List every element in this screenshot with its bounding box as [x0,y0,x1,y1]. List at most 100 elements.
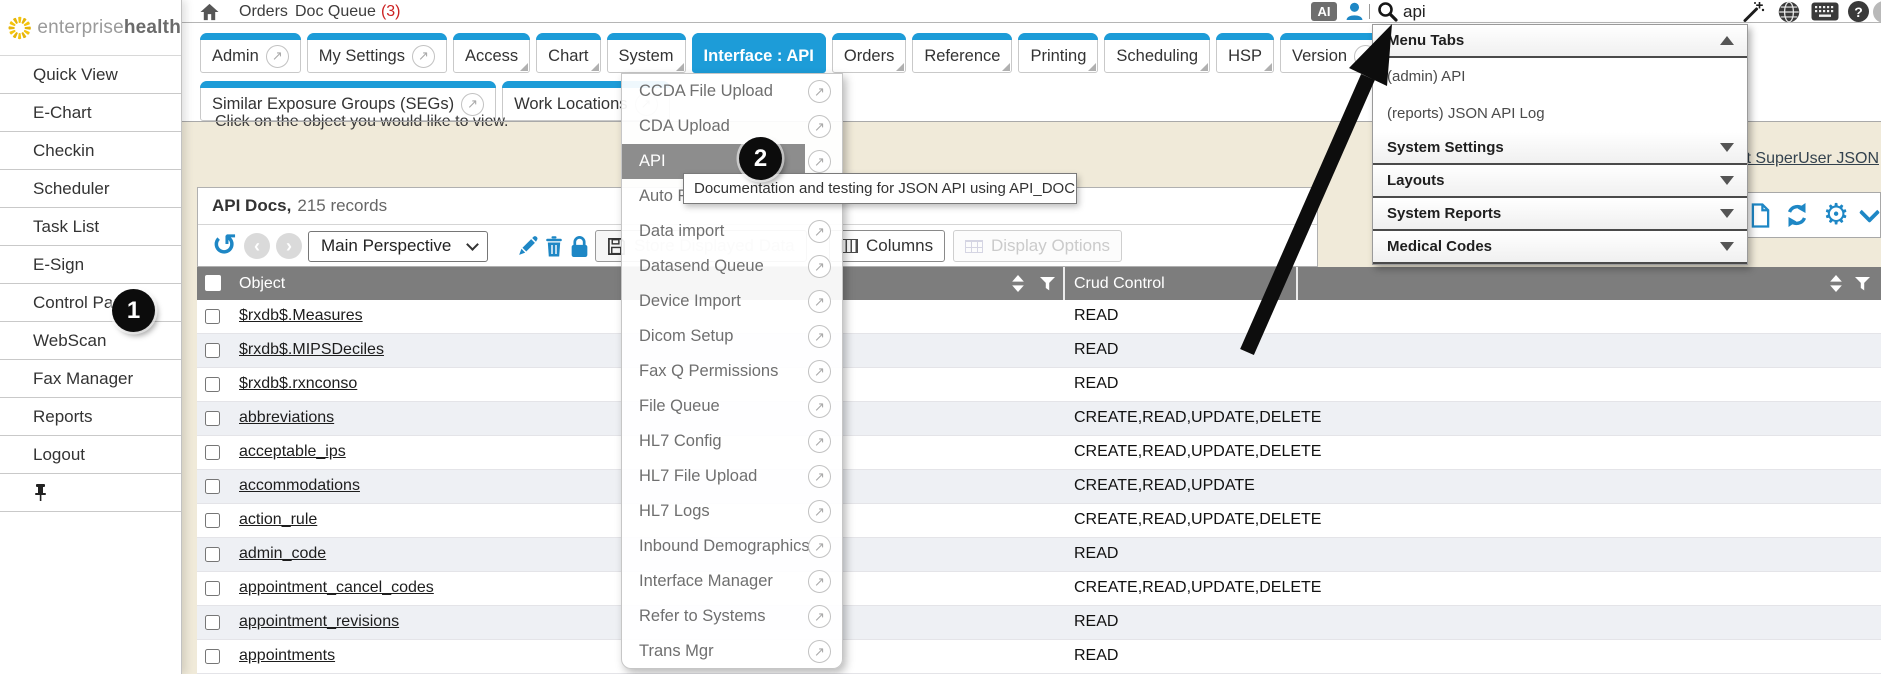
external-link-icon[interactable]: ↗ [808,360,831,383]
external-link-icon[interactable]: ↗ [808,535,831,558]
sidebar-item-checkin[interactable]: Checkin [0,132,181,170]
tab-printing[interactable]: Printing [1018,33,1098,73]
row-checkbox[interactable] [205,513,220,528]
language-globe-button[interactable] [1778,0,1800,23]
next-perspective-button[interactable]: › [276,225,302,267]
filter-funnel-icon[interactable] [1855,267,1870,300]
object-link[interactable]: $rxdb$.Measures [239,307,363,325]
external-link-icon[interactable]: ↗ [808,115,831,138]
object-link[interactable]: appointments [239,647,335,665]
external-link-icon[interactable]: ↗ [808,605,831,628]
refresh-button[interactable] [1784,202,1810,228]
external-link-icon[interactable]: ↗ [808,570,831,593]
external-link-icon[interactable]: ↗ [808,465,831,488]
object-link[interactable]: appointment_revisions [239,613,399,631]
object-link[interactable]: $rxdb$.rxnconso [239,375,357,393]
external-link-icon[interactable]: ↗ [808,500,831,523]
menu-item-refer-to-systems[interactable]: Refer to Systems↗ [622,599,842,634]
superuser-json-link[interactable]: t SuperUser JSON [1747,150,1879,168]
menu-item-device-import[interactable]: Device Import↗ [622,284,842,319]
filter-funnel-icon[interactable] [1040,267,1055,300]
row-checkbox[interactable] [205,581,220,596]
sidebar-item-task-list[interactable]: Task List [0,208,181,246]
external-link-icon[interactable]: ↗ [808,255,831,278]
new-document-button[interactable] [1750,203,1771,228]
help-button[interactable]: ? [1848,0,1869,23]
sidebar-item-quick-view[interactable]: Quick View [0,56,181,94]
sidebar-item-e-chart[interactable]: E-Chart [0,94,181,132]
menu-item-datasend-queue[interactable]: Datasend Queue↗ [622,249,842,284]
section-layouts[interactable]: Layouts [1373,165,1747,198]
sidebar-item-reports[interactable]: Reports [0,398,181,436]
tab-hsp[interactable]: HSP [1216,33,1274,73]
display-options-button[interactable]: Display Options [953,230,1122,262]
object-link[interactable]: admin_code [239,545,326,563]
search-input[interactable] [1403,2,1473,22]
sidebar-item-fax-manager[interactable]: Fax Manager [0,360,181,398]
row-checkbox[interactable] [205,309,220,324]
object-link[interactable]: acceptable_ips [239,443,346,461]
tab-my-settings[interactable]: My Settings ↗ [307,33,447,73]
topbar-doc-queue-link[interactable]: Doc Queue (3) [295,0,401,23]
result-reports-json-api-log[interactable]: (reports) JSON API Log [1373,95,1747,132]
row-checkbox[interactable] [205,377,220,392]
result-admin-api[interactable]: (admin) API [1373,58,1747,95]
menu-item-hl7-logs[interactable]: HL7 Logs↗ [622,494,842,529]
sidebar-item-e-sign[interactable]: E-Sign [0,246,181,284]
reset-button[interactable]: ↺ [212,225,237,267]
home-button[interactable] [200,0,219,23]
row-checkbox[interactable] [205,547,220,562]
topbar-orders-link[interactable]: Orders [239,0,288,23]
menu-item-data-import[interactable]: Data import↗ [622,214,842,249]
on-screen-keyboard-button[interactable] [1811,0,1839,23]
external-link-icon[interactable]: ↗ [808,220,831,243]
external-link-icon[interactable]: ↗ [412,45,435,68]
menu-item-inbound-demographics[interactable]: Inbound Demographics↗ [622,529,842,564]
perspective-select[interactable]: Main Perspective [308,231,488,262]
menu-item-fax-q-permissions[interactable]: Fax Q Permissions↗ [622,354,842,389]
tab-reference[interactable]: Reference [912,33,1012,73]
section-system-reports[interactable]: System Reports [1373,198,1747,231]
search-button[interactable] [1377,0,1398,23]
section-medical-codes[interactable]: Medical Codes [1373,231,1747,264]
select-all-checkbox[interactable] [205,275,221,291]
menu-item-dicom-setup[interactable]: Dicom Setup↗ [622,319,842,354]
tab-orders[interactable]: Orders [832,33,906,73]
sidebar-item-webscan[interactable]: WebScan [0,322,181,360]
magic-wand-button[interactable] [1742,0,1765,23]
object-link[interactable]: $rxdb$.MIPSDeciles [239,341,384,359]
tab-admin[interactable]: Admin ↗ [200,33,301,73]
sidebar-pin-toggle[interactable] [0,474,181,512]
external-link-icon[interactable]: ↗ [808,430,831,453]
sort-icon[interactable] [1012,267,1024,300]
external-link-icon[interactable]: ↗ [808,325,831,348]
section-menu-tabs[interactable]: Menu Tabs [1373,25,1747,58]
row-checkbox[interactable] [205,479,220,494]
tab-access[interactable]: Access [453,33,530,73]
sidebar-item-logout[interactable]: Logout [0,436,181,474]
tab-system[interactable]: System [607,33,686,73]
menu-item-hl7-config[interactable]: HL7 Config↗ [622,424,842,459]
column-header-object[interactable]: Object [239,267,285,300]
object-link[interactable]: abbreviations [239,409,334,427]
external-link-icon[interactable]: ↗ [266,45,289,68]
section-system-settings[interactable]: System Settings [1373,132,1747,165]
column-header-crud-control[interactable]: Crud Control [1074,267,1165,300]
ai-assistant-button[interactable]: AI [1311,0,1337,23]
prev-perspective-button[interactable]: ‹ [244,225,270,267]
menu-item-trans-mgr[interactable]: Trans Mgr↗ [622,634,842,669]
row-checkbox[interactable] [205,445,220,460]
menu-item-ccda-file-upload[interactable]: CCDA File Upload↗ [622,74,842,109]
external-link-icon[interactable]: ↗ [808,640,831,663]
object-link[interactable]: accommodations [239,477,360,495]
menu-item-interface-manager[interactable]: Interface Manager↗ [622,564,842,599]
object-link[interactable]: appointment_cancel_codes [239,579,434,597]
row-checkbox[interactable] [205,615,220,630]
menu-item-file-queue[interactable]: File Queue↗ [622,389,842,424]
object-link[interactable]: action_rule [239,511,317,529]
columns-button[interactable]: Columns [829,230,945,262]
external-link-icon[interactable]: ↗ [808,290,831,313]
user-profile-button[interactable] [1345,0,1364,23]
lock-perspective-button[interactable] [570,225,589,267]
menu-item-cda-upload[interactable]: CDA Upload↗ [622,109,842,144]
